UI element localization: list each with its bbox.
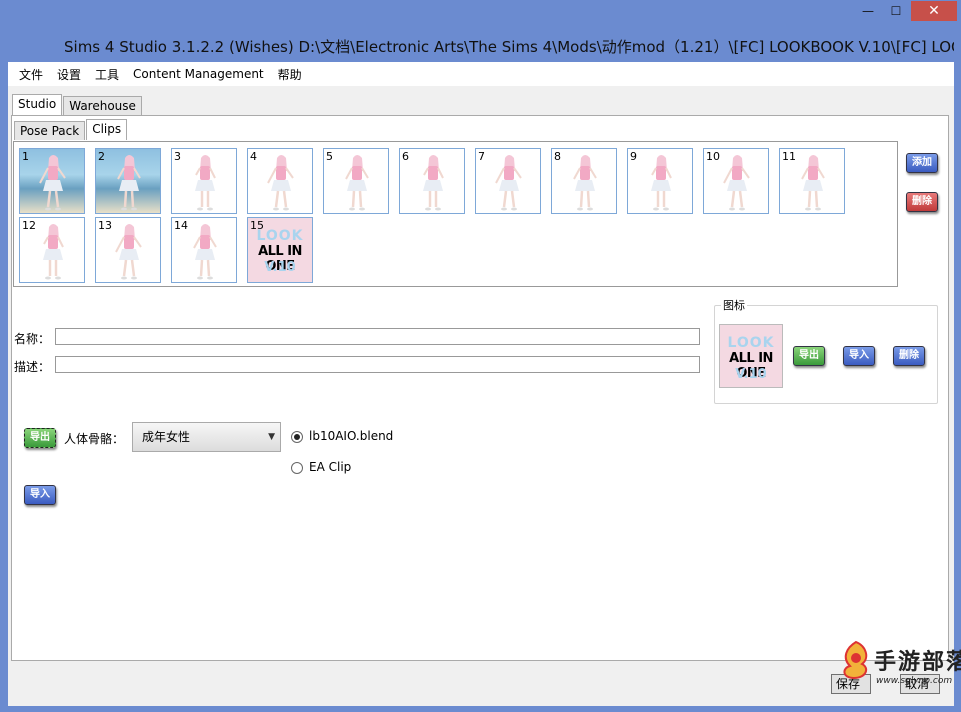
clip-thumbnail[interactable]: 11 (779, 148, 845, 214)
skeleton-select[interactable]: 成年女性 ▼ (132, 422, 281, 452)
clip-number: 11 (782, 150, 796, 163)
tab-studio[interactable]: Studio (12, 94, 63, 115)
menu-bar: 文件 设置 工具 Content Management 帮助 (8, 62, 954, 86)
export-button[interactable]: 导出 (24, 428, 56, 448)
minimize-button[interactable]: — (854, 1, 882, 21)
radio-ea-clip-label[interactable]: EA Clip (309, 460, 351, 474)
clip-number: 2 (98, 150, 105, 163)
clip-number: 4 (250, 150, 257, 163)
clip-number: 15 (250, 219, 264, 232)
watermark-text: 手游部落 (874, 649, 961, 675)
close-button[interactable]: ✕ (911, 1, 957, 21)
title-bar: Sims 4 Studio 3.1.2.2 (Wishes) D:\文档\Ele… (0, 0, 961, 62)
description-label: 描述： (14, 360, 51, 374)
clip-thumbnail[interactable]: 2 (95, 148, 161, 214)
clip-thumbnail[interactable]: 7 (475, 148, 541, 214)
clip-number: 14 (174, 219, 188, 232)
watermark-url: www.sglynp.com (876, 676, 953, 686)
clip-thumbnail[interactable]: 10 (703, 148, 769, 214)
character-pose-icon (345, 155, 369, 211)
icon-group: 图标 LOOK ALL IN ONE V.10 导出 导入 删除 (714, 297, 938, 404)
character-pose-icon (195, 155, 216, 211)
phoenix-logo-icon (843, 640, 868, 680)
icon-group-title: 图标 (721, 297, 747, 313)
maximize-button[interactable]: ☐ (882, 1, 910, 21)
radio-ea-clip[interactable] (291, 462, 303, 474)
name-label: 名称： (14, 332, 51, 346)
icon-delete-button[interactable]: 删除 (893, 346, 925, 366)
character-pose-icon (423, 155, 444, 211)
character-pose-icon (117, 155, 141, 211)
character-pose-icon (573, 155, 597, 211)
character-pose-icon (39, 155, 66, 211)
clip-number: 6 (402, 150, 409, 163)
chevron-down-icon: ▼ (268, 432, 275, 442)
clip-thumbnail[interactable]: 4 (247, 148, 313, 214)
clip-thumbnail[interactable]: 15 LOOK ALL IN ONE V.10 (247, 217, 313, 283)
clip-thumbnail[interactable]: 3 (171, 148, 237, 214)
clip-number: 9 (630, 150, 637, 163)
add-clip-button[interactable]: 添加 (906, 153, 938, 173)
icon-preview: LOOK ALL IN ONE V.10 (719, 324, 783, 388)
icon-export-button[interactable]: 导出 (793, 346, 825, 366)
menu-file[interactable]: 文件 (12, 66, 50, 83)
menu-settings[interactable]: 设置 (50, 66, 88, 83)
clip-number: 10 (706, 150, 720, 163)
client-area: 文件 设置 工具 Content Management 帮助 Studio Wa… (8, 62, 954, 706)
clips-list: 1 2 3 4 5 6 7 8 9 10 11 12 13 14 15 LOOK ALL IN ONE V.10 (13, 141, 898, 287)
character-pose-icon (267, 155, 294, 211)
clip-number: 5 (326, 150, 333, 163)
tab-pose-pack[interactable]: Pose Pack (14, 121, 86, 140)
clip-thumbnail[interactable]: 12 (19, 217, 85, 283)
menu-tools[interactable]: 工具 (88, 66, 126, 83)
clip-number: 8 (554, 150, 561, 163)
character-pose-icon (651, 155, 672, 211)
window-title: Sims 4 Studio 3.1.2.2 (Wishes) D:\文档\Ele… (64, 38, 954, 56)
clip-thumbnail[interactable]: 13 (95, 217, 161, 283)
clip-number: 3 (174, 150, 181, 163)
description-input[interactable] (55, 356, 700, 373)
menu-help[interactable]: 帮助 (271, 66, 309, 83)
clip-number: 13 (98, 219, 112, 232)
character-pose-icon (495, 155, 522, 211)
name-input[interactable] (55, 328, 700, 345)
clip-number: 1 (22, 150, 29, 163)
skeleton-label: 人体骨骼： (64, 432, 125, 446)
import-button[interactable]: 导入 (24, 485, 56, 505)
clip-thumbnail[interactable]: 9 (627, 148, 693, 214)
tab-clips[interactable]: Clips (86, 119, 128, 140)
clip-thumbnail[interactable]: 14 (171, 217, 237, 283)
delete-clip-button[interactable]: 删除 (906, 192, 938, 212)
radio-blend-label[interactable]: lb10AIO.blend (309, 429, 393, 443)
clip-thumbnail[interactable]: 5 (323, 148, 389, 214)
clip-thumbnail[interactable]: 8 (551, 148, 617, 214)
sub-tabs: Pose Pack Clips (14, 119, 128, 142)
clip-number: 12 (22, 219, 36, 232)
radio-blend[interactable] (291, 431, 303, 443)
clip-number: 7 (478, 150, 485, 163)
watermark: 手游部落 www.sglynp.com (836, 638, 961, 710)
clip-thumbnail[interactable]: 1 (19, 148, 85, 214)
clip-thumbnail[interactable]: 6 (399, 148, 465, 214)
icon-import-button[interactable]: 导入 (843, 346, 875, 366)
main-tabs: Studio Warehouse (12, 94, 143, 117)
menu-content-management[interactable]: Content Management (126, 67, 271, 81)
tab-warehouse[interactable]: Warehouse (63, 96, 142, 115)
